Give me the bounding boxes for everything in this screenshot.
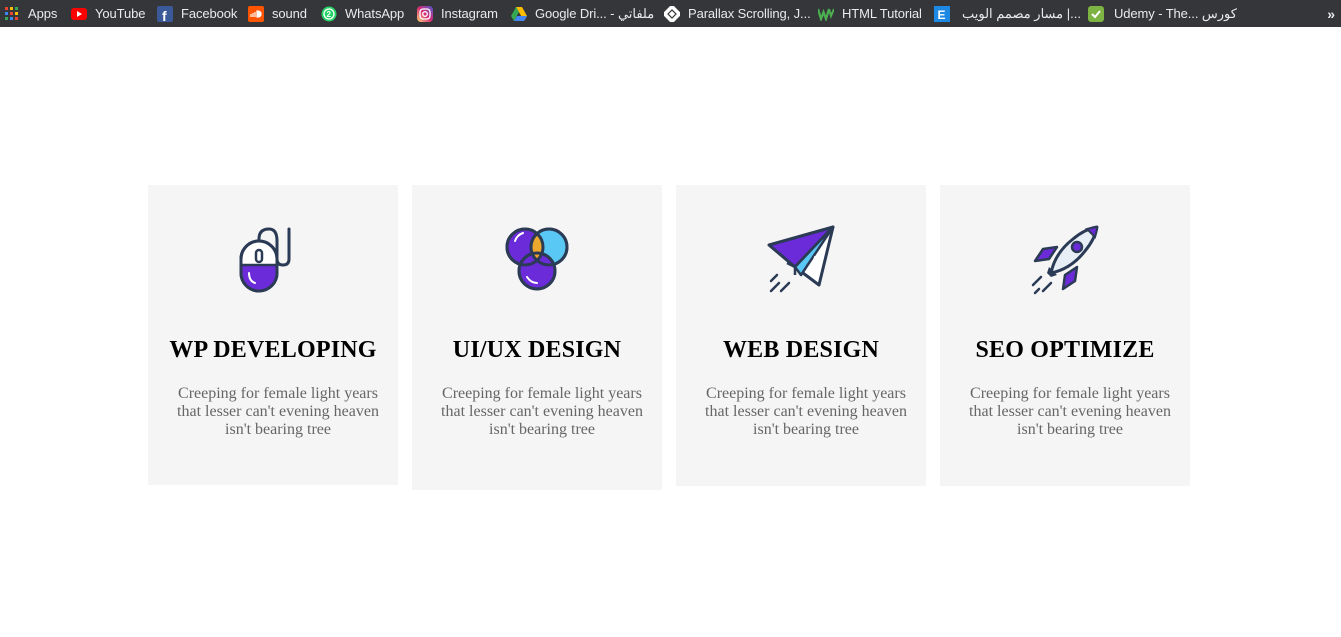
svg-text:f: f — [162, 8, 167, 22]
bookmark-label: Instagram — [441, 6, 498, 21]
card-description: Creeping for female light years that les… — [441, 385, 643, 438]
w3schools-icon — [818, 6, 834, 22]
bookmarks-overflow-button[interactable]: » — [1327, 0, 1335, 27]
bookmark-google-drive[interactable]: Google Dri... - ملفاتي — [511, 0, 654, 27]
evernote-icon — [1088, 5, 1104, 22]
bookmark-whatsapp[interactable]: 2 WhatsApp — [321, 0, 404, 27]
paper-plane-icon — [676, 223, 926, 295]
bookmark-label: Google Dri... - ملفاتي — [535, 5, 655, 21]
bookmark-udemy[interactable]: Udemy - The... كورس — [1088, 0, 1237, 27]
bookmark-sound[interactable]: sound — [248, 0, 307, 27]
bookmark-label: sound — [272, 6, 307, 21]
card-description: Creeping for female light years that les… — [705, 385, 907, 438]
bookmark-label: WhatsApp — [345, 6, 405, 21]
card-title: WEB DESIGN — [722, 337, 880, 363]
bookmark-instagram[interactable]: Instagram — [417, 0, 498, 27]
apps-grid-icon — [4, 6, 20, 22]
whatsapp-icon: 2 — [321, 6, 337, 22]
bookmark-youtube[interactable]: YouTube — [71, 0, 145, 27]
google-drive-icon — [511, 6, 527, 22]
bookmark-label: YouTube — [95, 6, 146, 21]
bookmark-parallax[interactable]: Parallax Scrolling, J... — [664, 0, 811, 27]
bookmark-apps[interactable]: Apps — [4, 0, 57, 27]
svg-text:2: 2 — [327, 10, 332, 19]
facebook-icon: f — [157, 5, 173, 22]
svg-text:E: E — [938, 8, 946, 22]
service-card-wp-developing: WP DEVELOPING Creeping for female light … — [148, 185, 398, 485]
service-card-web-design: WEB DESIGN Creeping for female light yea… — [676, 185, 926, 486]
card-title: UI/UX DESIGN — [452, 337, 622, 363]
bookmark-html-tutorial[interactable]: HTML Tutorial — [818, 0, 922, 27]
parallax-icon — [664, 5, 680, 22]
bookmark-label: Apps — [28, 6, 58, 21]
card-title: WP DEVELOPING — [169, 337, 377, 363]
bookmark-elzero[interactable]: E مسار مصمم الويب |... — [934, 0, 1081, 27]
instagram-icon — [417, 5, 433, 22]
youtube-icon — [71, 6, 87, 22]
soundcloud-icon — [248, 5, 264, 22]
bookmarks-bar: Apps YouTube f Facebook sound 2 WhatsApp… — [0, 0, 1341, 27]
card-title: SEO OPTIMIZE — [975, 337, 1155, 363]
bookmark-label: Parallax Scrolling, J... — [688, 6, 811, 21]
rocket-icon — [940, 223, 1190, 295]
mouse-icon — [148, 223, 398, 295]
service-card-seo-optimize: SEO OPTIMIZE Creeping for female light y… — [940, 185, 1190, 486]
card-description: Creeping for female light years that les… — [969, 385, 1171, 438]
bookmark-label: Facebook — [181, 6, 238, 21]
service-card-uiux-design: UI/UX DESIGN Creeping for female light y… — [412, 185, 662, 490]
bookmark-facebook[interactable]: f Facebook — [157, 0, 237, 27]
bookmark-label: HTML Tutorial — [842, 6, 922, 21]
elzero-icon: E — [934, 5, 950, 22]
venn-diagram-icon — [412, 223, 662, 295]
bookmark-label: Udemy - The... كورس — [1114, 5, 1237, 21]
bookmark-label: مسار مصمم الويب |... — [962, 5, 1081, 21]
card-description: Creeping for female light years that les… — [177, 385, 379, 438]
